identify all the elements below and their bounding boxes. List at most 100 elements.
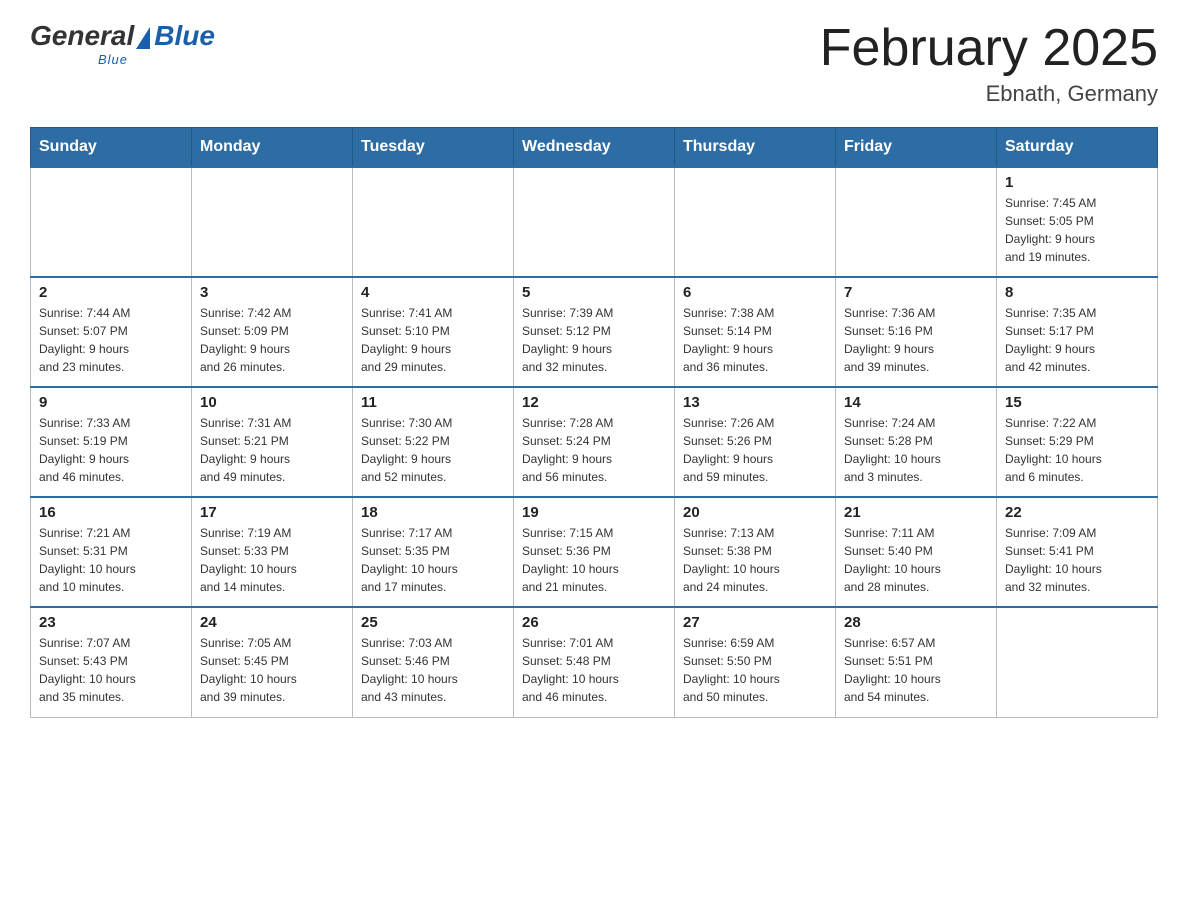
col-thursday: Thursday bbox=[675, 128, 836, 168]
table-row: 16Sunrise: 7:21 AM Sunset: 5:31 PM Dayli… bbox=[31, 497, 192, 607]
day-number: 12 bbox=[522, 394, 666, 411]
day-info: Sunrise: 7:36 AM Sunset: 5:16 PM Dayligh… bbox=[844, 304, 988, 376]
logo-triangle-icon bbox=[136, 27, 150, 49]
day-number: 7 bbox=[844, 284, 988, 301]
day-number: 21 bbox=[844, 504, 988, 521]
day-info: Sunrise: 7:24 AM Sunset: 5:28 PM Dayligh… bbox=[844, 414, 988, 486]
table-row: 14 Sunrise: 7:24 AM Sunset: 5:28 PM Dayli… bbox=[836, 387, 997, 497]
table-row: 1Sunrise: 7:45 AM Sunset: 5:05 PM Daylig… bbox=[997, 167, 1158, 277]
day-number: 8 bbox=[1005, 284, 1149, 301]
table-row: 21 Sunrise: 7:11 AM Sunset: 5:40 PM Dayli… bbox=[836, 497, 997, 607]
day-info: Sunrise: 7:13 AM Sunset: 5:38 PM Dayligh… bbox=[683, 524, 827, 596]
day-number: 22 bbox=[1005, 504, 1149, 521]
day-info: Sunrise: 7:11 AM Sunset: 5:40 PM Dayligh… bbox=[844, 524, 988, 596]
day-number: 13 bbox=[683, 394, 827, 411]
day-info: Sunrise: 7:03 AM Sunset: 5:46 PM Dayligh… bbox=[361, 634, 505, 706]
col-sunday: Sunday bbox=[31, 128, 192, 168]
day-number: 15 bbox=[1005, 394, 1149, 411]
table-row: 11 Sunrise: 7:30 AM Sunset: 5:22 PM Dayli… bbox=[353, 387, 514, 497]
table-row: 27 Sunrise: 6:59 AM Sunset: 5:50 PM Dayli… bbox=[675, 607, 836, 717]
calendar-week-row: 16Sunrise: 7:21 AM Sunset: 5:31 PM Dayli… bbox=[31, 497, 1158, 607]
table-row: 24 Sunrise: 7:05 AM Sunset: 5:45 PM Dayli… bbox=[192, 607, 353, 717]
page-header: General Blue Blue February 2025 Ebnath, … bbox=[30, 20, 1158, 107]
table-row: 13 Sunrise: 7:26 AM Sunset: 5:26 PM Dayli… bbox=[675, 387, 836, 497]
day-number: 19 bbox=[522, 504, 666, 521]
day-number: 5 bbox=[522, 284, 666, 301]
day-info: Sunrise: 7:19 AM Sunset: 5:33 PM Dayligh… bbox=[200, 524, 344, 596]
day-number: 27 bbox=[683, 614, 827, 631]
day-info: Sunrise: 7:26 AM Sunset: 5:26 PM Dayligh… bbox=[683, 414, 827, 486]
table-row: 6Sunrise: 7:38 AM Sunset: 5:14 PM Daylig… bbox=[675, 277, 836, 387]
day-info: Sunrise: 7:45 AM Sunset: 5:05 PM Dayligh… bbox=[1005, 194, 1149, 266]
day-info: Sunrise: 7:01 AM Sunset: 5:48 PM Dayligh… bbox=[522, 634, 666, 706]
day-number: 26 bbox=[522, 614, 666, 631]
calendar-week-row: 2Sunrise: 7:44 AM Sunset: 5:07 PM Daylig… bbox=[31, 277, 1158, 387]
table-row: 12 Sunrise: 7:28 AM Sunset: 5:24 PM Dayli… bbox=[514, 387, 675, 497]
day-number: 24 bbox=[200, 614, 344, 631]
calendar-week-row: 1Sunrise: 7:45 AM Sunset: 5:05 PM Daylig… bbox=[31, 167, 1158, 277]
calendar-week-row: 23Sunrise: 7:07 AM Sunset: 5:43 PM Dayli… bbox=[31, 607, 1158, 717]
day-info: Sunrise: 7:09 AM Sunset: 5:41 PM Dayligh… bbox=[1005, 524, 1149, 596]
table-row bbox=[675, 167, 836, 277]
day-info: Sunrise: 6:57 AM Sunset: 5:51 PM Dayligh… bbox=[844, 634, 988, 706]
day-number: 23 bbox=[39, 614, 183, 631]
day-info: Sunrise: 7:17 AM Sunset: 5:35 PM Dayligh… bbox=[361, 524, 505, 596]
day-number: 6 bbox=[683, 284, 827, 301]
day-info: Sunrise: 7:41 AM Sunset: 5:10 PM Dayligh… bbox=[361, 304, 505, 376]
day-info: Sunrise: 7:22 AM Sunset: 5:29 PM Dayligh… bbox=[1005, 414, 1149, 486]
month-title: February 2025 bbox=[820, 20, 1158, 77]
day-info: Sunrise: 7:21 AM Sunset: 5:31 PM Dayligh… bbox=[39, 524, 183, 596]
day-number: 10 bbox=[200, 394, 344, 411]
logo-underline-text: Blue bbox=[98, 52, 128, 67]
day-number: 18 bbox=[361, 504, 505, 521]
col-wednesday: Wednesday bbox=[514, 128, 675, 168]
day-info: Sunrise: 7:31 AM Sunset: 5:21 PM Dayligh… bbox=[200, 414, 344, 486]
table-row: 25 Sunrise: 7:03 AM Sunset: 5:46 PM Dayli… bbox=[353, 607, 514, 717]
day-number: 14 bbox=[844, 394, 988, 411]
logo-blue-text: Blue bbox=[154, 20, 215, 52]
table-row: 4Sunrise: 7:41 AM Sunset: 5:10 PM Daylig… bbox=[353, 277, 514, 387]
col-friday: Friday bbox=[836, 128, 997, 168]
table-row: 7 Sunrise: 7:36 AM Sunset: 5:16 PM Daylig… bbox=[836, 277, 997, 387]
table-row bbox=[31, 167, 192, 277]
day-info: Sunrise: 7:30 AM Sunset: 5:22 PM Dayligh… bbox=[361, 414, 505, 486]
table-row bbox=[192, 167, 353, 277]
table-row: 23Sunrise: 7:07 AM Sunset: 5:43 PM Dayli… bbox=[31, 607, 192, 717]
table-row: 5 Sunrise: 7:39 AM Sunset: 5:12 PM Daylig… bbox=[514, 277, 675, 387]
day-info: Sunrise: 7:05 AM Sunset: 5:45 PM Dayligh… bbox=[200, 634, 344, 706]
table-row: 18 Sunrise: 7:17 AM Sunset: 5:35 PM Dayli… bbox=[353, 497, 514, 607]
col-monday: Monday bbox=[192, 128, 353, 168]
table-row bbox=[997, 607, 1158, 717]
calendar-week-row: 9 Sunrise: 7:33 AM Sunset: 5:19 PM Daylig… bbox=[31, 387, 1158, 497]
col-tuesday: Tuesday bbox=[353, 128, 514, 168]
day-number: 20 bbox=[683, 504, 827, 521]
table-row: 15 Sunrise: 7:22 AM Sunset: 5:29 PM Dayli… bbox=[997, 387, 1158, 497]
day-info: Sunrise: 7:33 AM Sunset: 5:19 PM Dayligh… bbox=[39, 414, 183, 486]
day-info: Sunrise: 7:42 AM Sunset: 5:09 PM Dayligh… bbox=[200, 304, 344, 376]
table-row: 3 Sunrise: 7:42 AM Sunset: 5:09 PM Daylig… bbox=[192, 277, 353, 387]
calendar-table: Sunday Monday Tuesday Wednesday Thursday… bbox=[30, 127, 1158, 718]
day-info: Sunrise: 7:35 AM Sunset: 5:17 PM Dayligh… bbox=[1005, 304, 1149, 376]
location-label: Ebnath, Germany bbox=[820, 81, 1158, 107]
day-number: 3 bbox=[200, 284, 344, 301]
day-info: Sunrise: 7:39 AM Sunset: 5:12 PM Dayligh… bbox=[522, 304, 666, 376]
calendar-header-row: Sunday Monday Tuesday Wednesday Thursday… bbox=[31, 128, 1158, 168]
table-row: 2Sunrise: 7:44 AM Sunset: 5:07 PM Daylig… bbox=[31, 277, 192, 387]
table-row: 26 Sunrise: 7:01 AM Sunset: 5:48 PM Dayli… bbox=[514, 607, 675, 717]
table-row: 20 Sunrise: 7:13 AM Sunset: 5:38 PM Dayli… bbox=[675, 497, 836, 607]
table-row: 9 Sunrise: 7:33 AM Sunset: 5:19 PM Daylig… bbox=[31, 387, 192, 497]
table-row bbox=[353, 167, 514, 277]
col-saturday: Saturday bbox=[997, 128, 1158, 168]
day-number: 11 bbox=[361, 394, 505, 411]
table-row: 10 Sunrise: 7:31 AM Sunset: 5:21 PM Dayli… bbox=[192, 387, 353, 497]
table-row bbox=[514, 167, 675, 277]
day-number: 2 bbox=[39, 284, 183, 301]
table-row: 17Sunrise: 7:19 AM Sunset: 5:33 PM Dayli… bbox=[192, 497, 353, 607]
day-number: 25 bbox=[361, 614, 505, 631]
day-info: Sunrise: 7:28 AM Sunset: 5:24 PM Dayligh… bbox=[522, 414, 666, 486]
day-info: Sunrise: 6:59 AM Sunset: 5:50 PM Dayligh… bbox=[683, 634, 827, 706]
logo-general-text: General bbox=[30, 20, 134, 52]
table-row bbox=[836, 167, 997, 277]
day-number: 9 bbox=[39, 394, 183, 411]
table-row: 8 Sunrise: 7:35 AM Sunset: 5:17 PM Daylig… bbox=[997, 277, 1158, 387]
